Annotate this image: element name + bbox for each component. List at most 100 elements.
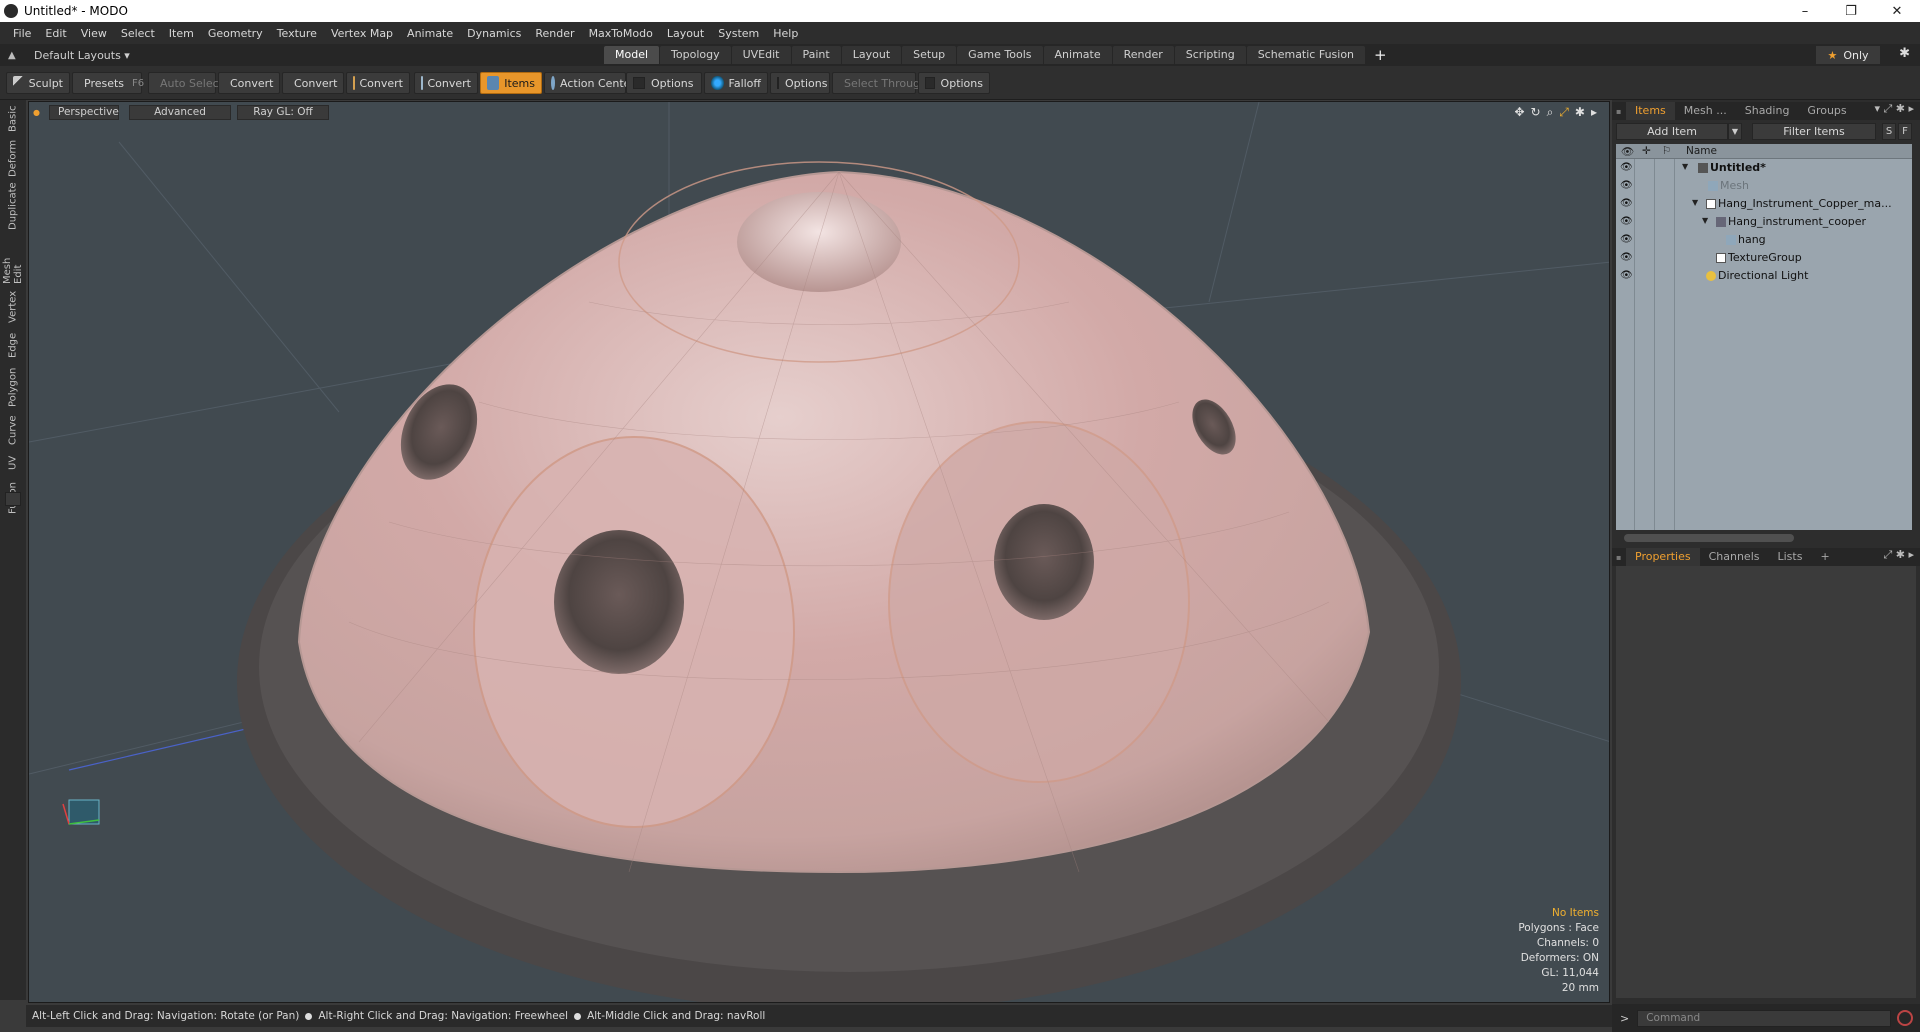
- add-item-dropdown-icon[interactable]: ▼: [1728, 122, 1742, 140]
- visibility-eye-icon[interactable]: 👁: [1620, 252, 1633, 264]
- tab-animate[interactable]: Animate: [1043, 46, 1112, 64]
- convert-vertices-button[interactable]: Convert: [218, 72, 280, 94]
- vtab-polygon[interactable]: Polygon: [4, 366, 22, 408]
- action-center-button[interactable]: Action Center: [544, 72, 635, 94]
- tab-paint[interactable]: Paint: [791, 46, 841, 64]
- visibility-eye-icon[interactable]: 👁: [1620, 198, 1633, 210]
- menu-view[interactable]: View: [74, 27, 114, 40]
- filter-items-button[interactable]: Filter Items: [1752, 122, 1876, 140]
- command-input[interactable]: Command: [1637, 1009, 1892, 1027]
- tab-groups[interactable]: Groups: [1798, 102, 1855, 120]
- panel-controls-icon[interactable]: ⤢ ✱ ▸: [1883, 548, 1914, 562]
- visibility-eye-icon[interactable]: 👁: [1620, 234, 1633, 246]
- vtab-curve[interactable]: Curve: [4, 414, 22, 446]
- f-button[interactable]: F: [1898, 122, 1912, 140]
- menu-item[interactable]: Item: [162, 27, 201, 40]
- item-row-hang-cooper[interactable]: 👁 ▼ Hang_instrument_cooper: [1616, 213, 1912, 231]
- panel-controls-icon[interactable]: ▾ ⤢ ✱ ▸: [1874, 102, 1914, 116]
- tab-properties[interactable]: Properties: [1626, 548, 1700, 566]
- vtab-edge[interactable]: Edge: [4, 330, 22, 360]
- item-row-directional-light[interactable]: 👁 Directional Light: [1616, 267, 1912, 285]
- viewport-menu-icon[interactable]: ●: [33, 108, 41, 117]
- tab-game-tools[interactable]: Game Tools: [957, 46, 1043, 64]
- tab-render[interactable]: Render: [1112, 46, 1174, 64]
- vtab-deform[interactable]: Deform: [4, 139, 22, 176]
- tab-setup[interactable]: Setup: [902, 46, 957, 64]
- menu-system[interactable]: System: [711, 27, 766, 40]
- options-checkbox-3[interactable]: [925, 77, 935, 89]
- items-mode-button[interactable]: Items: [480, 72, 542, 94]
- action-center-options-button[interactable]: Options: [626, 72, 702, 94]
- perspective-dropdown[interactable]: Perspective: [49, 104, 119, 120]
- tab-schematic-fusion[interactable]: Schematic Fusion: [1246, 46, 1366, 64]
- item-row-scene[interactable]: 👁 ▼ Untitled*: [1616, 159, 1912, 177]
- falloff-button[interactable]: Falloff: [704, 72, 768, 94]
- visibility-eye-icon[interactable]: 👁: [1620, 216, 1633, 228]
- convert-polygons-button[interactable]: Convert: [346, 72, 410, 94]
- select-through-button[interactable]: Select Through: [832, 72, 927, 94]
- move-view-icon[interactable]: ✥: [1514, 105, 1524, 120]
- add-item-button[interactable]: Add Item: [1616, 122, 1728, 140]
- name-column-header[interactable]: Name: [1686, 145, 1717, 157]
- tab-scripting[interactable]: Scripting: [1174, 46, 1246, 64]
- close-button[interactable]: ✕: [1874, 0, 1920, 22]
- minimize-button[interactable]: –: [1782, 0, 1828, 22]
- tabs-toggle-button[interactable]: [5, 492, 21, 506]
- menu-vertex-map[interactable]: Vertex Map: [324, 27, 400, 40]
- select-through-options-button[interactable]: Options: [918, 72, 990, 94]
- scrollbar-thumb[interactable]: [1624, 534, 1794, 542]
- tab-model[interactable]: Model: [604, 46, 660, 64]
- tab-mesh-ops[interactable]: Mesh ...: [1675, 102, 1736, 120]
- gear-icon[interactable]: ✱: [1899, 46, 1910, 61]
- menu-render[interactable]: Render: [528, 27, 581, 40]
- menu-geometry[interactable]: Geometry: [201, 27, 270, 40]
- only-toggle-button[interactable]: ★ Only: [1816, 46, 1880, 64]
- visibility-eye-icon[interactable]: 👁: [1620, 180, 1633, 192]
- vtab-uv[interactable]: UV: [4, 452, 22, 474]
- sculpt-button[interactable]: Sculpt: [6, 72, 70, 94]
- item-row-mesh[interactable]: 👁 Mesh: [1616, 177, 1912, 195]
- vtab-duplicate[interactable]: Duplicate: [4, 182, 22, 230]
- expand-arrow-icon[interactable]: ▼: [1682, 162, 1688, 171]
- menu-edit[interactable]: Edit: [38, 27, 73, 40]
- menu-file[interactable]: File: [6, 27, 38, 40]
- tab-channels[interactable]: Channels: [1700, 548, 1769, 566]
- tab-shading[interactable]: Shading: [1736, 102, 1799, 120]
- menu-maxtomodo[interactable]: MaxToModo: [582, 27, 660, 40]
- fit-view-icon[interactable]: ⤢: [1559, 105, 1569, 120]
- menu-animate[interactable]: Animate: [400, 27, 460, 40]
- expand-arrow-icon[interactable]: ▼: [1692, 198, 1698, 207]
- layouts-dropdown[interactable]: Default Layouts ▾: [34, 49, 130, 62]
- lock-column-icon[interactable]: ✛: [1642, 145, 1651, 157]
- falloff-options-button[interactable]: Options: [770, 72, 830, 94]
- collapse-icon[interactable]: ▲: [8, 50, 20, 61]
- presets-button[interactable]: Presets F6: [72, 72, 144, 94]
- visibility-eye-icon[interactable]: 👁: [1620, 162, 1633, 174]
- record-macro-icon[interactable]: [1897, 1010, 1914, 1026]
- item-row-hang-copper[interactable]: 👁 ▼ Hang_Instrument_Copper_ma...: [1616, 195, 1912, 213]
- zoom-view-icon[interactable]: ⌕: [1547, 105, 1554, 120]
- tab-uvedit[interactable]: UVEdit: [731, 46, 791, 64]
- raygl-dropdown[interactable]: Ray GL: Off: [237, 104, 329, 120]
- menu-select[interactable]: Select: [114, 27, 162, 40]
- s-button[interactable]: S: [1882, 122, 1896, 140]
- options-checkbox-2[interactable]: [777, 77, 779, 89]
- menu-dynamics[interactable]: Dynamics: [460, 27, 528, 40]
- render-column-icon[interactable]: ⚐: [1662, 145, 1671, 157]
- item-row-hang[interactable]: 👁 hang: [1616, 231, 1912, 249]
- panel-menu-icon[interactable]: ▪: [1616, 553, 1626, 562]
- rotate-view-icon[interactable]: ↻: [1531, 105, 1541, 120]
- viewport-more-icon[interactable]: ▸: [1591, 105, 1597, 120]
- menu-texture[interactable]: Texture: [270, 27, 324, 40]
- 3d-viewport[interactable]: ● Perspective Advanced Ray GL: Off ✥ ↻ ⌕…: [28, 101, 1610, 1003]
- vtab-basic[interactable]: Basic: [4, 104, 22, 134]
- vtab-mesh-edit[interactable]: Mesh Edit: [2, 236, 24, 284]
- item-row-texturegroup[interactable]: 👁 TextureGroup: [1616, 249, 1912, 267]
- menu-layout[interactable]: Layout: [660, 27, 711, 40]
- add-tab-button[interactable]: +: [1374, 46, 1387, 64]
- expand-arrow-icon[interactable]: ▼: [1702, 216, 1708, 225]
- vtab-vertex[interactable]: Vertex: [4, 290, 22, 324]
- tab-layout[interactable]: Layout: [841, 46, 902, 64]
- menu-help[interactable]: Help: [766, 27, 805, 40]
- add-panel-tab-button[interactable]: +: [1811, 548, 1838, 566]
